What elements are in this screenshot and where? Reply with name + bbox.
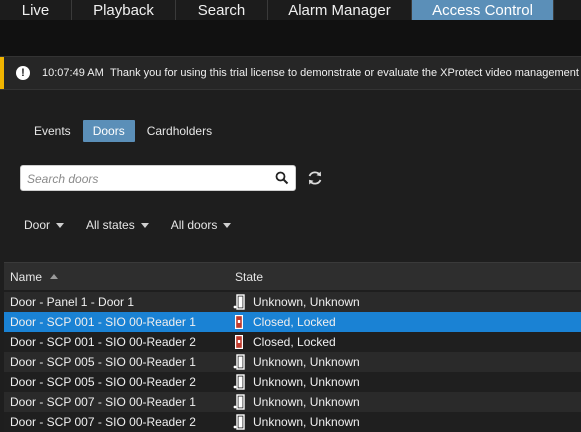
tab-playback[interactable]: Playback xyxy=(72,0,176,20)
license-notice-banner: ! 10:07:49 AM Thank you for using this t… xyxy=(0,56,581,90)
filter-bar: Door All states All doors xyxy=(24,218,253,232)
access-control-subtabs: Events Doors Cardholders xyxy=(24,120,224,142)
doors-table-header: Name State xyxy=(4,262,581,290)
door-state: Closed, Locked xyxy=(253,315,336,329)
table-row[interactable]: Door - SCP 007 - SIO 00-Reader 2 Unknown… xyxy=(4,412,581,432)
notice-accent-bar xyxy=(0,57,4,89)
door-name: Door - SCP 007 - SIO 00-Reader 1 xyxy=(10,395,196,409)
door-locked-icon xyxy=(235,335,243,349)
chevron-down-icon xyxy=(140,222,149,228)
search-box xyxy=(20,165,296,191)
tab-access-control[interactable]: Access Control xyxy=(412,0,554,20)
table-row[interactable]: Door - Panel 1 - Door 1 Unknown, Unknown xyxy=(4,292,581,312)
sort-ascending-icon[interactable] xyxy=(50,274,58,279)
door-name: Door - SCP 001 - SIO 00-Reader 1 xyxy=(10,315,196,329)
subtab-cardholders[interactable]: Cardholders xyxy=(137,120,222,142)
door-state: Closed, Locked xyxy=(253,335,336,349)
door-name: Door - SCP 001 - SIO 00-Reader 2 xyxy=(10,335,196,349)
filter-state-dropdown[interactable]: All states xyxy=(86,218,149,232)
door-state: Unknown, Unknown xyxy=(253,295,360,309)
filter-label: All states xyxy=(86,218,135,232)
door-unknown-icon xyxy=(233,294,245,310)
door-name: Door - SCP 005 - SIO 00-Reader 1 xyxy=(10,355,196,369)
door-name: Door - SCP 005 - SIO 00-Reader 2 xyxy=(10,375,196,389)
refresh-icon[interactable] xyxy=(306,169,324,187)
door-unknown-icon xyxy=(233,374,245,390)
tab-label: Alarm Manager xyxy=(288,1,391,19)
chevron-down-icon xyxy=(223,222,232,228)
tab-search[interactable]: Search xyxy=(176,0,268,20)
doors-table: Door - Panel 1 - Door 1 Unknown, Unknown… xyxy=(4,292,581,432)
door-unknown-icon xyxy=(233,394,245,410)
table-row[interactable]: Door - SCP 007 - SIO 00-Reader 1 Unknown… xyxy=(4,392,581,412)
subtab-events[interactable]: Events xyxy=(24,120,81,142)
door-state: Unknown, Unknown xyxy=(253,375,360,389)
notice-message: Thank you for using this trial license t… xyxy=(110,67,581,79)
alert-icon: ! xyxy=(16,66,30,80)
door-state: Unknown, Unknown xyxy=(253,355,360,369)
search-input[interactable] xyxy=(27,170,267,188)
filter-label: Door xyxy=(24,218,51,232)
door-state: Unknown, Unknown xyxy=(253,395,360,409)
toolbar-strip xyxy=(0,20,581,56)
door-unknown-icon xyxy=(233,414,245,430)
search-icon[interactable] xyxy=(275,171,289,185)
column-header-state[interactable]: State xyxy=(235,270,263,284)
tab-label: Search xyxy=(197,1,246,19)
filter-doors-dropdown[interactable]: All doors xyxy=(171,218,232,232)
table-row[interactable]: Door - SCP 005 - SIO 00-Reader 1 Unknown… xyxy=(4,352,581,372)
filter-label: All doors xyxy=(170,218,218,232)
tab-label: Playback xyxy=(93,1,154,19)
main-tab-bar: Live Playback Search Alarm Manager Acces… xyxy=(0,0,581,20)
filter-type-dropdown[interactable]: Door xyxy=(24,218,65,232)
tab-live[interactable]: Live xyxy=(0,0,72,20)
tab-bar-filler xyxy=(554,0,581,20)
table-row[interactable]: Door - SCP 001 - SIO 00-Reader 1 Closed,… xyxy=(4,312,581,332)
door-unknown-icon xyxy=(233,354,245,370)
column-header-name[interactable]: Name xyxy=(10,270,42,284)
tab-label: Live xyxy=(21,1,50,19)
table-row[interactable]: Door - SCP 001 - SIO 00-Reader 2 Closed,… xyxy=(4,332,581,352)
subtab-doors[interactable]: Doors xyxy=(82,120,135,142)
notice-time: 10:07:49 AM xyxy=(42,67,104,79)
tab-alarm-manager[interactable]: Alarm Manager xyxy=(268,0,412,20)
door-locked-icon xyxy=(235,315,243,329)
tab-label: Access Control xyxy=(432,1,533,19)
chevron-down-icon xyxy=(56,222,65,228)
table-row[interactable]: Door - SCP 005 - SIO 00-Reader 2 Unknown… xyxy=(4,372,581,392)
door-name: Door - Panel 1 - Door 1 xyxy=(10,295,135,309)
